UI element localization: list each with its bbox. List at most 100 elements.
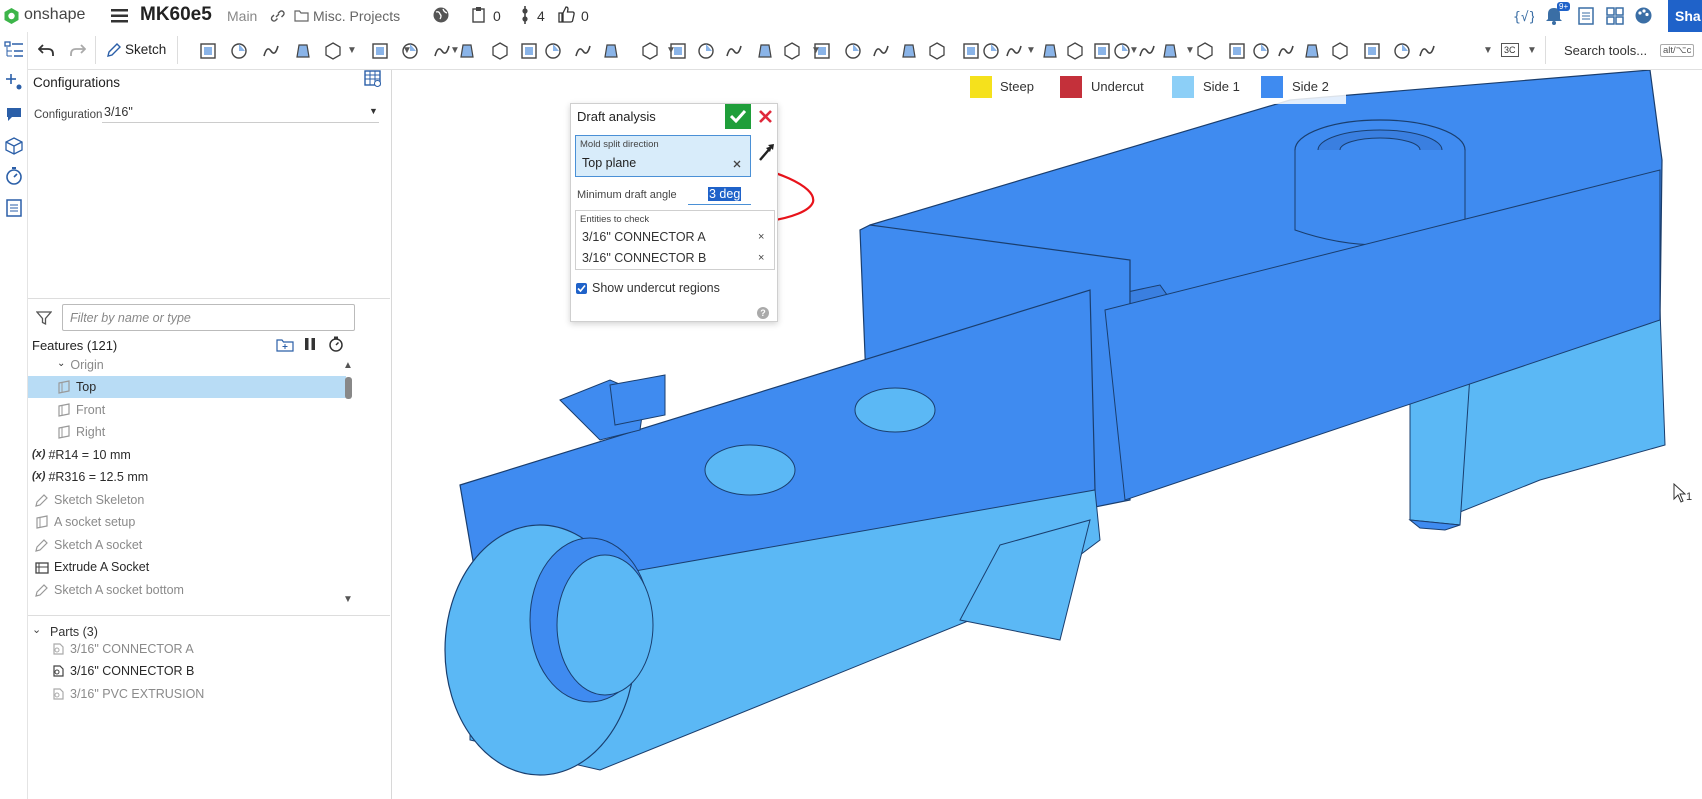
cancel-button[interactable] <box>753 104 777 129</box>
feature-list-item[interactable]: A socket setup <box>28 511 346 533</box>
feature-list-item[interactable]: Right <box>28 421 346 443</box>
part-list-item[interactable]: 3/16" PVC EXTRUSION <box>44 683 384 705</box>
feature-list-item[interactable]: Extrude A socket bottom <box>28 601 346 605</box>
toolbar-tool-icon[interactable] <box>1092 41 1112 61</box>
tool-dropdown-chevron-icon[interactable]: ▼ <box>347 45 357 56</box>
branches-icon[interactable] <box>520 5 530 25</box>
toolbar-tool-icon[interactable] <box>293 41 313 61</box>
view-cube-button[interactable]: 3C <box>1501 43 1519 57</box>
tool-dropdown-chevron-icon[interactable]: ▼ <box>811 45 821 56</box>
scroll-down-arrow-icon[interactable]: ▼ <box>343 594 353 605</box>
toolbar-tool-icon[interactable] <box>1040 41 1060 61</box>
feature-list-scrollbar[interactable]: ▲ ▼ <box>342 360 356 606</box>
toolbar-tool-icon[interactable] <box>871 41 891 61</box>
branch-name[interactable]: Main <box>227 8 257 24</box>
toolbar-tool-icon[interactable] <box>573 41 593 61</box>
entities-to-check-field[interactable]: Entities to check 3/16" CONNECTOR A × 3/16… <box>575 210 775 270</box>
part-list-item[interactable]: 3/16" CONNECTOR B <box>44 660 384 682</box>
undo-icon[interactable] <box>38 42 54 58</box>
feature-list-item[interactable]: Sketch A socket bottom <box>28 579 346 601</box>
toolbar-tool-icon[interactable] <box>724 41 744 61</box>
toolbar-tool-icon[interactable] <box>1417 41 1437 61</box>
toolbar-tool-icon[interactable] <box>457 41 477 61</box>
show-undercut-checkbox[interactable] <box>576 283 587 294</box>
toolbar-tool-icon[interactable] <box>927 41 947 61</box>
toolbar-tool-icon[interactable] <box>1160 41 1180 61</box>
toolbar-tool-icon[interactable] <box>1065 41 1085 61</box>
feature-list-icon[interactable] <box>4 41 24 59</box>
sketch-button[interactable]: Sketch <box>125 42 166 57</box>
feature-list-item[interactable]: Sketch Skeleton <box>28 489 346 511</box>
toolbar-tool-icon[interactable] <box>1195 41 1215 61</box>
scrollbar-thumb[interactable] <box>345 377 352 399</box>
comments-icon[interactable] <box>5 106 23 122</box>
min-draft-angle-input[interactable]: 3 deg <box>688 184 751 205</box>
toolbar-tool-icon[interactable] <box>1392 41 1412 61</box>
folder-breadcrumb[interactable]: Misc. Projects <box>313 8 400 24</box>
toolbar-tool-icon[interactable] <box>370 41 390 61</box>
toolbar-tool-icon[interactable] <box>1251 41 1271 61</box>
tool-dropdown-chevron-icon[interactable]: ▼ <box>1129 45 1139 56</box>
toolbar-tool-icon[interactable] <box>843 41 863 61</box>
toolbar-tool-icon[interactable] <box>782 41 802 61</box>
mold-split-direction-field[interactable]: Mold split direction Top plane <box>575 135 751 177</box>
rollback-timer-icon[interactable] <box>328 336 344 352</box>
filter-funnel-icon[interactable] <box>36 310 52 326</box>
help-icon[interactable]: ? <box>757 307 769 319</box>
parts-title[interactable]: Parts (3) <box>50 625 98 639</box>
brand-name[interactable]: onshape <box>24 6 85 24</box>
like-thumbs-up-icon[interactable] <box>557 5 576 24</box>
accept-button[interactable] <box>725 104 751 129</box>
feature-list-item[interactable]: ⌄ Origin <box>28 358 346 376</box>
tool-dropdown-chevron-icon[interactable]: ▼ <box>1483 45 1493 56</box>
feature-list-item[interactable]: Top <box>28 376 346 398</box>
entity-item[interactable]: 3/16" CONNECTOR A <box>582 230 706 244</box>
toolbar-tool-icon[interactable] <box>519 41 539 61</box>
folder-icon[interactable] <box>294 9 309 22</box>
parts-cube-icon[interactable] <box>5 137 23 155</box>
filter-input[interactable]: Filter by name or type <box>62 304 355 331</box>
insert-mate-icon[interactable] <box>5 73 23 91</box>
pause-icon[interactable] <box>304 337 316 351</box>
configuration-table-icon[interactable] <box>364 70 382 88</box>
toolbar-tool-icon[interactable] <box>1004 41 1024 61</box>
scroll-up-arrow-icon[interactable]: ▲ <box>343 360 353 371</box>
toolbar-tool-icon[interactable] <box>961 41 981 61</box>
toolbar-tool-icon[interactable] <box>490 41 510 61</box>
search-tools-button[interactable]: Search tools... <box>1564 43 1647 58</box>
feature-list-item[interactable]: (x) #R316 = 12.5 mm <box>28 466 346 488</box>
flip-direction-arrow-icon[interactable] <box>757 141 777 163</box>
part-list-item[interactable]: 3/16" CONNECTOR A <box>44 638 384 660</box>
toolbar-tool-icon[interactable] <box>198 41 218 61</box>
toolbar-tool-icon[interactable] <box>432 41 452 61</box>
chevron-down-icon[interactable]: ⌄ <box>32 623 41 636</box>
tool-dropdown-chevron-icon[interactable]: ▼ <box>1185 45 1195 56</box>
appearance-palette-icon[interactable] <box>1634 6 1653 25</box>
toolbar-tool-icon[interactable] <box>696 41 716 61</box>
toolbar-tool-icon[interactable] <box>981 41 1001 61</box>
link-icon[interactable] <box>270 9 285 23</box>
feature-list-item[interactable]: Front <box>28 399 346 421</box>
hamburger-menu-icon[interactable] <box>111 9 128 23</box>
toolbar-tool-icon[interactable] <box>261 41 281 61</box>
document-title[interactable]: MK60e5 <box>140 4 212 26</box>
feature-list-item[interactable]: Sketch A socket <box>28 534 346 556</box>
toolbar-tool-icon[interactable] <box>755 41 775 61</box>
remove-entity-icon[interactable]: × <box>758 252 764 264</box>
sketch-pencil-icon[interactable] <box>106 42 122 58</box>
tool-dropdown-chevron-icon[interactable]: ▼ <box>402 45 412 56</box>
clear-selection-icon[interactable] <box>733 160 741 168</box>
view-cube-chevron-icon[interactable]: ▼ <box>1527 45 1537 56</box>
toolbar-tool-icon[interactable] <box>1362 41 1382 61</box>
redo-icon[interactable] <box>70 42 86 58</box>
bill-of-materials-icon[interactable] <box>5 199 23 217</box>
toolbar-tool-icon[interactable] <box>323 41 343 61</box>
toolbar-tool-icon[interactable] <box>1276 41 1296 61</box>
toolbar-tool-icon[interactable] <box>1137 41 1157 61</box>
min-draft-angle-value[interactable]: 3 deg <box>708 187 742 201</box>
tool-dropdown-chevron-icon[interactable]: ▼ <box>450 45 460 56</box>
toolbar-tool-icon[interactable] <box>1330 41 1350 61</box>
tool-dropdown-chevron-icon[interactable]: ▼ <box>666 45 676 56</box>
versions-icon[interactable] <box>471 6 486 23</box>
tool-dropdown-chevron-icon[interactable]: ▼ <box>1026 45 1036 56</box>
